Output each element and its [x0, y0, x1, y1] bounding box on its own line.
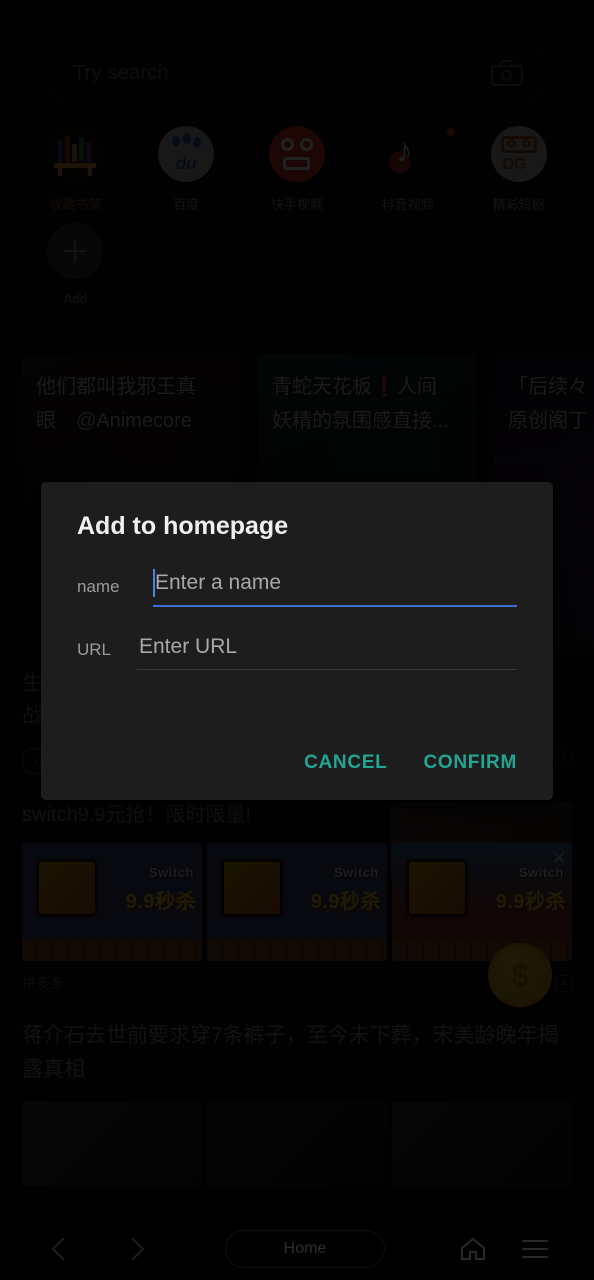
url-field-box: [137, 635, 517, 670]
dialog-title: Add to homepage: [77, 512, 289, 540]
url-input[interactable]: [137, 635, 517, 669]
name-input[interactable]: [153, 571, 517, 605]
url-field-row: URL: [77, 635, 517, 670]
text-caret: [153, 569, 155, 597]
name-field-box: [153, 569, 517, 607]
cancel-button[interactable]: CANCEL: [304, 752, 387, 774]
name-field-row: name: [77, 569, 517, 607]
dialog-actions: CANCEL CONFIRM: [304, 752, 517, 774]
add-to-homepage-dialog: Add to homepage name URL CANCEL CONFIRM: [41, 482, 553, 800]
name-field-underline: [153, 605, 517, 607]
url-field-underline: [137, 669, 517, 670]
name-field-label: name: [77, 577, 120, 596]
url-field-label: URL: [77, 640, 112, 659]
confirm-button[interactable]: CONFIRM: [423, 752, 517, 774]
